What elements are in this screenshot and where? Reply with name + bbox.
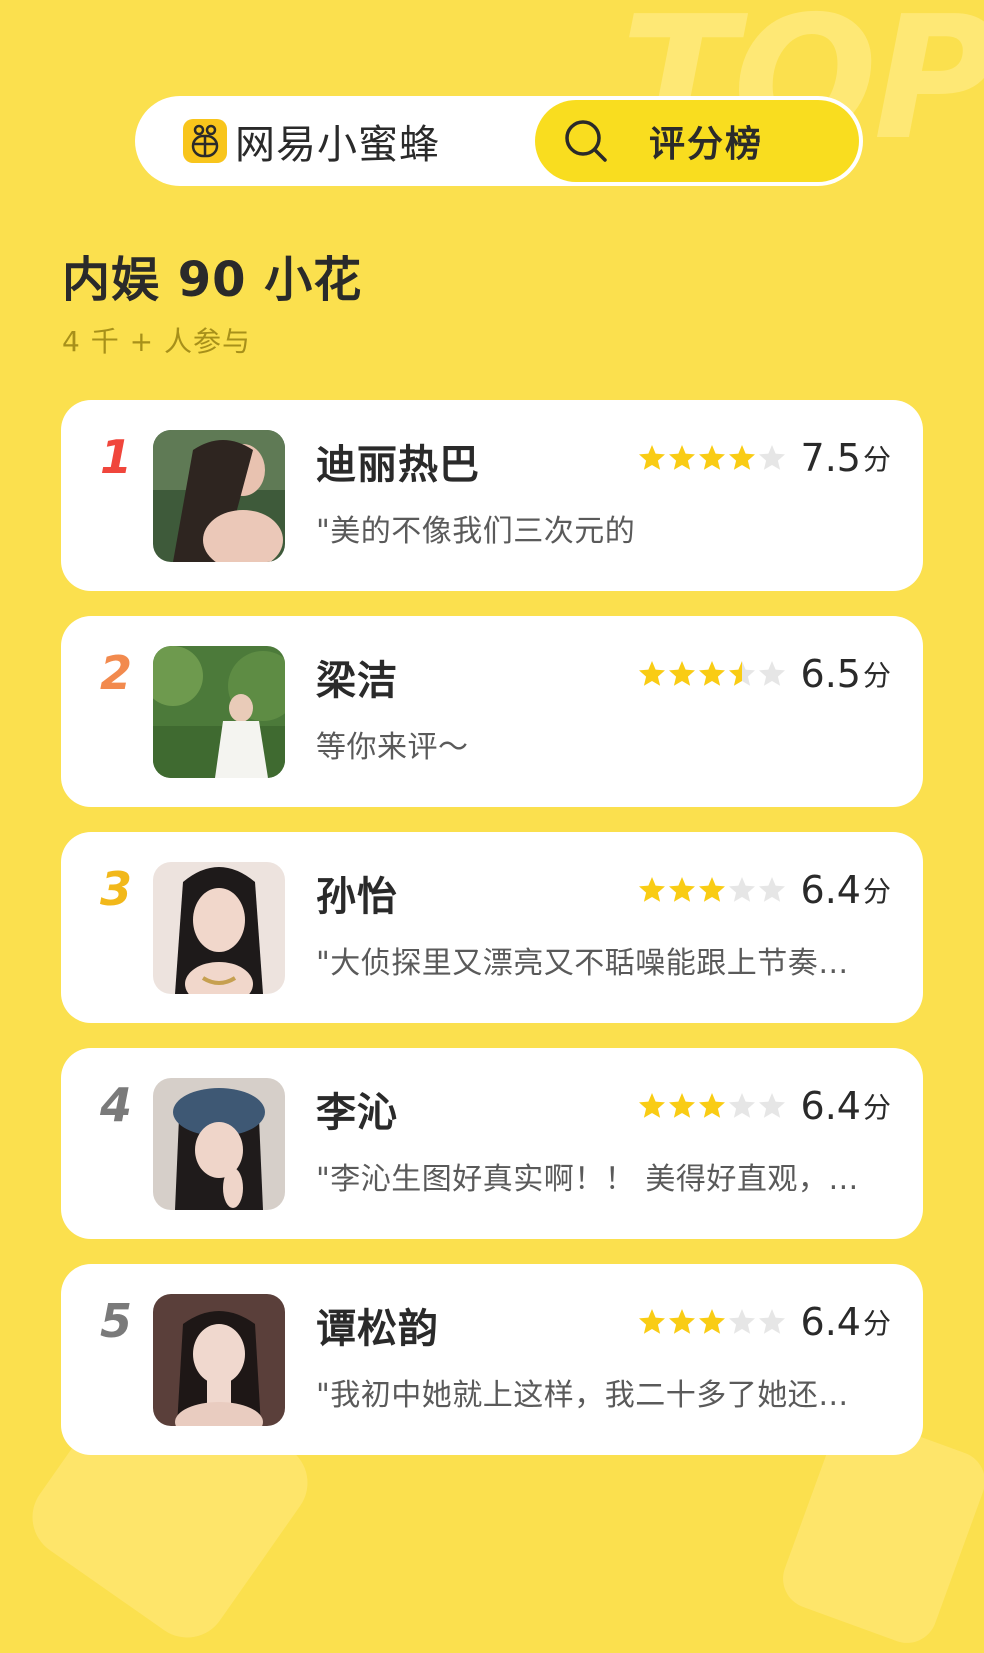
- score: 6.5: [800, 652, 861, 696]
- star-filled-icon: [728, 445, 755, 470]
- star-filled-icon: [638, 877, 665, 902]
- rank-number: 3: [99, 862, 132, 916]
- star-filled-icon: [698, 661, 725, 686]
- brand[interactable]: 网易小蜜蜂: [183, 96, 440, 186]
- score: 6.4: [800, 868, 861, 912]
- name: 谭松韵: [316, 1306, 439, 1352]
- bee-logo-icon: [183, 119, 227, 163]
- star-filled-icon: [698, 1309, 725, 1334]
- comment: "李沁生图好真实啊！！ 美得好直观，…: [316, 1162, 859, 1197]
- star-empty-icon: [758, 1093, 785, 1118]
- star-filled-icon: [668, 1309, 695, 1334]
- rating: 6.4 分: [637, 1084, 891, 1128]
- ranking-list: 1 迪丽热巴 7.5 分 "美的不像我们三次元的 2 梁洁 6.5 分 等你来评…: [61, 400, 923, 1480]
- star-empty-icon: [758, 877, 785, 902]
- star-filled-icon: [638, 445, 665, 470]
- search-icon: [565, 120, 607, 162]
- star-rating: [637, 875, 787, 905]
- rating: 6.5 分: [637, 652, 891, 696]
- rating-list-search-button[interactable]: 评分榜: [535, 100, 859, 182]
- score-unit: 分: [862, 659, 891, 692]
- rank-number: 5: [99, 1294, 132, 1348]
- star-filled-icon: [638, 1309, 665, 1334]
- avatar[interactable]: [153, 1294, 285, 1426]
- star-empty-icon: [728, 877, 755, 902]
- comment: "大侦探里又漂亮又不聒噪能跟上节奏…: [316, 946, 849, 981]
- star-filled-icon: [668, 661, 695, 686]
- page-title: 内娱 90 小花: [62, 252, 363, 308]
- star-rating: [637, 1307, 787, 1337]
- star-empty-icon: [728, 1093, 755, 1118]
- comment: 等你来评～: [316, 730, 469, 765]
- name: 李沁: [316, 1090, 398, 1136]
- score-unit: 分: [862, 875, 891, 908]
- star-half-icon: [728, 661, 755, 686]
- star-filled-icon: [698, 1093, 725, 1118]
- rating: 6.4 分: [637, 1300, 891, 1344]
- score: 7.5: [800, 436, 861, 480]
- name: 梁洁: [316, 658, 398, 704]
- star-rating: [637, 443, 787, 473]
- star-rating: [637, 1091, 787, 1121]
- star-filled-icon: [668, 445, 695, 470]
- ranking-card[interactable]: 2 梁洁 6.5 分 等你来评～: [61, 616, 923, 807]
- avatar[interactable]: [153, 862, 285, 994]
- name: 孙怡: [316, 874, 398, 920]
- rating: 7.5 分: [637, 436, 891, 480]
- comment: "美的不像我们三次元的: [316, 514, 636, 549]
- rank-number: 4: [99, 1078, 132, 1132]
- star-empty-icon: [758, 661, 785, 686]
- star-filled-icon: [698, 445, 725, 470]
- rank-number: 1: [99, 430, 132, 484]
- ranking-card[interactable]: 1 迪丽热巴 7.5 分 "美的不像我们三次元的: [61, 400, 923, 591]
- rating-list-label: 评分榜: [649, 124, 764, 165]
- score: 6.4: [800, 1300, 861, 1344]
- star-rating: [637, 659, 787, 689]
- avatar[interactable]: [153, 646, 285, 778]
- ranking-card[interactable]: 5 谭松韵 6.4 分 "我初中她就上这样，我二十多了她还…: [61, 1264, 923, 1455]
- star-filled-icon: [668, 1093, 695, 1118]
- ranking-card[interactable]: 4 李沁 6.4 分 "李沁生图好真实啊！！ 美得好直观，…: [61, 1048, 923, 1239]
- score-unit: 分: [862, 1307, 891, 1340]
- brand-name: 网易小蜜蜂: [235, 122, 440, 168]
- star-empty-icon: [758, 445, 785, 470]
- rating: 6.4 分: [637, 868, 891, 912]
- star-filled-icon: [638, 661, 665, 686]
- name: 迪丽热巴: [316, 442, 480, 488]
- comment: "我初中她就上这样，我二十多了她还…: [316, 1378, 849, 1413]
- star-filled-icon: [668, 877, 695, 902]
- rank-number: 2: [99, 646, 132, 700]
- header-bar: 网易小蜜蜂 评分榜: [135, 96, 863, 186]
- avatar[interactable]: [153, 1078, 285, 1210]
- star-filled-icon: [698, 877, 725, 902]
- score-unit: 分: [862, 1091, 891, 1124]
- score: 6.4: [800, 1084, 861, 1128]
- ranking-card[interactable]: 3 孙怡 6.4 分 "大侦探里又漂亮又不聒噪能跟上节奏…: [61, 832, 923, 1023]
- score-unit: 分: [862, 443, 891, 476]
- participant-count: 4 千 + 人参与: [62, 325, 251, 358]
- star-empty-icon: [728, 1309, 755, 1334]
- star-empty-icon: [758, 1309, 785, 1334]
- star-filled-icon: [638, 1093, 665, 1118]
- avatar[interactable]: [153, 430, 285, 562]
